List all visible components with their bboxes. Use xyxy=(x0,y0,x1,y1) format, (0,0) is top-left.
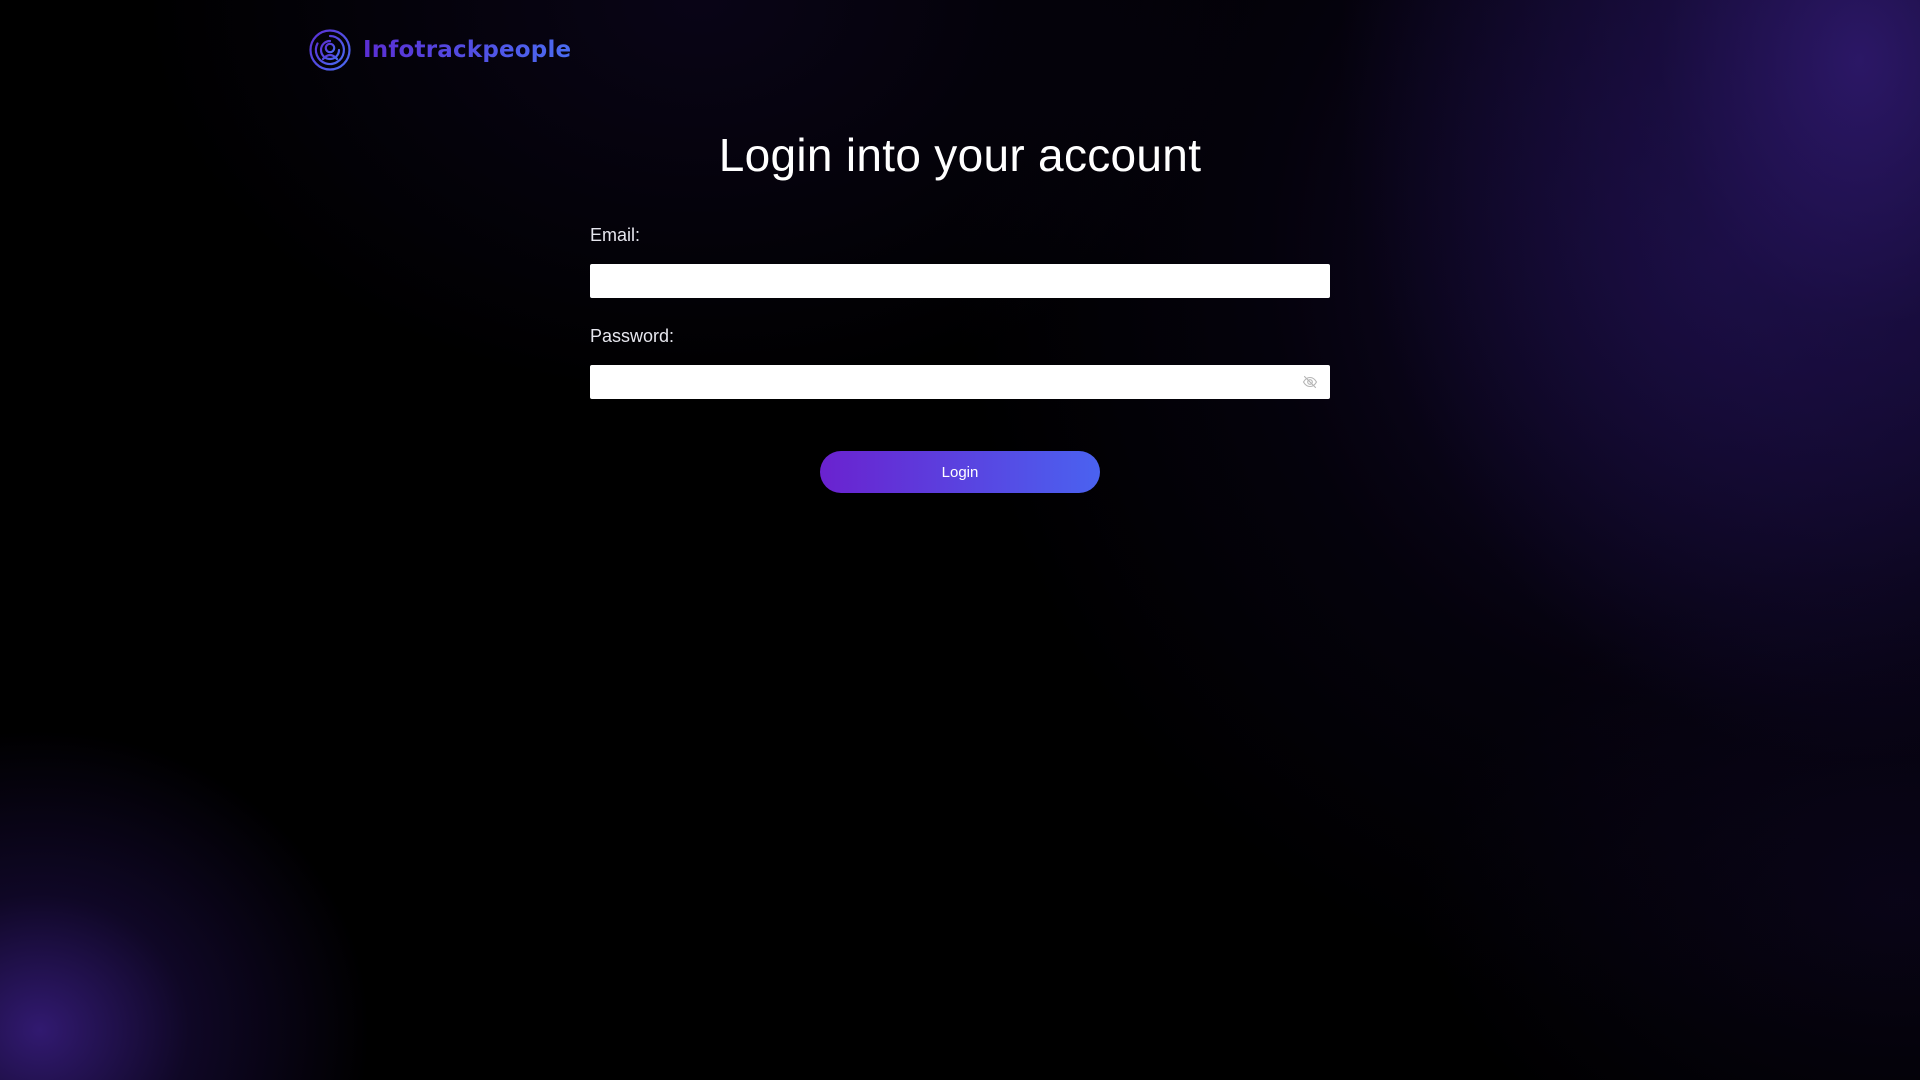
email-field-wrapper xyxy=(590,264,1330,298)
brand-logo[interactable]: Infotrackpeople xyxy=(309,29,571,71)
eye-off-icon[interactable] xyxy=(1302,374,1318,390)
password-input[interactable] xyxy=(590,365,1330,399)
password-field-wrapper xyxy=(590,365,1330,399)
page-title: Login into your account xyxy=(718,129,1202,181)
brand-logo-icon xyxy=(309,29,351,71)
email-label: Email: xyxy=(590,225,641,245)
password-label: Password: xyxy=(590,326,675,346)
login-button[interactable]: Login xyxy=(820,451,1100,493)
brand-name: Infotrackpeople xyxy=(363,37,572,63)
login-page: Infotrackpeople Login into your account … xyxy=(0,0,1920,1080)
email-input[interactable] xyxy=(590,264,1330,298)
login-form: Email: Password: xyxy=(590,225,1330,399)
